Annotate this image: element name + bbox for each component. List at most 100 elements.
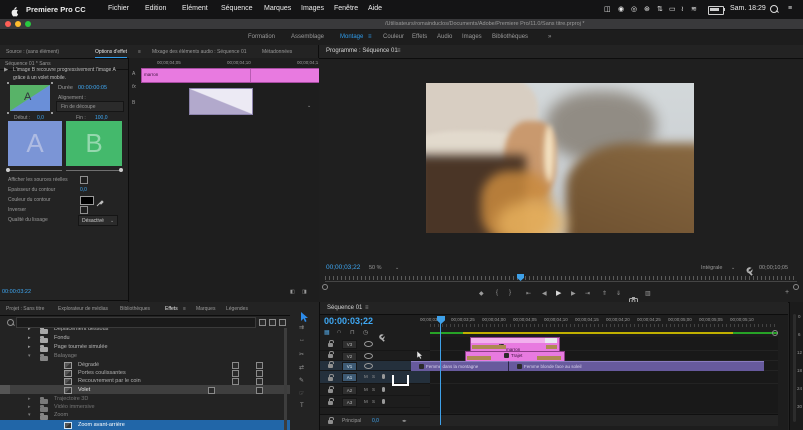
- workspace-tab-montage[interactable]: Montage: [340, 34, 363, 40]
- effects-item-row[interactable]: Recouvrement par le coin: [0, 377, 290, 385]
- workspace-tab-audio[interactable]: Audio: [437, 34, 452, 40]
- program-video-frame[interactable]: [426, 83, 694, 233]
- mute-button[interactable]: M: [364, 374, 368, 379]
- effects-folder-row[interactable]: ▸ Page tournée simulée: [0, 343, 290, 352]
- track-chip-v3[interactable]: V3: [342, 340, 357, 349]
- workspace-tab-couleur[interactable]: Couleur: [383, 34, 404, 40]
- opt-invert-checkbox[interactable]: [80, 206, 88, 214]
- yuv-badge[interactable]: [279, 319, 286, 326]
- effects-item-row-active[interactable]: Zoom avant-arrière: [0, 420, 290, 430]
- status-bluetooth-icon[interactable]: ≀: [681, 5, 684, 13]
- workspace-tab-assemblage[interactable]: Assemblage: [291, 34, 324, 40]
- effect-mini-timeline[interactable]: 00;00;04;05 00;00;04;10 00;00;04;1 marro…: [128, 58, 321, 328]
- lock-icon[interactable]: [328, 417, 334, 424]
- program-scroll-right-knob[interactable]: [793, 284, 799, 290]
- folder-arrow-icon[interactable]: ▸: [28, 396, 31, 402]
- opt-smoothing-dropdown[interactable]: Désactivé ⌄: [78, 215, 118, 226]
- menubar-app-name[interactable]: Premiere Pro CC: [26, 5, 86, 14]
- extract-button[interactable]: ⇓: [616, 290, 621, 297]
- track-visibility-eye-icon[interactable]: [364, 353, 373, 359]
- step-back-button[interactable]: ◀: [542, 290, 547, 297]
- track-chip-v1[interactable]: V1: [342, 362, 357, 371]
- track-header-v2[interactable]: V2: [320, 351, 430, 361]
- folder-arrow-icon[interactable]: ▸: [28, 404, 31, 410]
- tab-effets-menu-icon[interactable]: ≡: [183, 306, 186, 312]
- menu-images[interactable]: Images: [301, 5, 324, 12]
- tab-program[interactable]: Programme : Séquence 01: [326, 48, 398, 54]
- program-fit-value[interactable]: Intégrale: [701, 265, 722, 271]
- lock-icon[interactable]: [328, 351, 334, 358]
- transition-wedge[interactable]: [189, 88, 253, 115]
- program-timecode[interactable]: 00;00;03;22: [326, 264, 360, 271]
- step-forward-button[interactable]: ▶: [571, 290, 576, 297]
- timeline-sequence-icon[interactable]: ▦: [324, 329, 330, 336]
- tab-bibliotheques-panel[interactable]: Bibliothèques: [120, 306, 150, 312]
- timeline-playhead-line[interactable]: [440, 320, 441, 425]
- minimize-window-button[interactable]: [15, 21, 21, 27]
- menu-aide[interactable]: Aide: [368, 5, 382, 12]
- track-chip-a1[interactable]: A1: [342, 373, 357, 382]
- master-keyframe-icon[interactable]: ◂▸: [402, 418, 407, 424]
- workspace-tab-images[interactable]: Images: [462, 34, 482, 40]
- track-chip-a3[interactable]: A3: [342, 398, 357, 407]
- effects-folder-row[interactable]: ▸ Trajectoire 3D: [0, 395, 290, 404]
- tab-metadonnees[interactable]: Métadonnées: [262, 49, 292, 55]
- effects-item-row[interactable]: Portes coulissantes: [0, 369, 290, 377]
- voiceover-mic-icon[interactable]: [382, 374, 385, 379]
- timeline-ruler-ticks[interactable]: [430, 324, 778, 327]
- status-display-icon[interactable]: ◫: [604, 5, 611, 13]
- workspace-montage-menu-icon[interactable]: ≡: [368, 34, 372, 40]
- zoom-window-button[interactable]: [25, 21, 31, 27]
- end-slider-track[interactable]: [66, 170, 122, 171]
- mute-button[interactable]: M: [364, 387, 368, 392]
- battery-icon[interactable]: [708, 6, 725, 15]
- timeline-timecode[interactable]: 00:00:03;22: [324, 316, 373, 326]
- track-visibility-eye-icon[interactable]: [364, 341, 373, 347]
- opt-show-sources-checkbox[interactable]: [80, 176, 88, 184]
- status-updown-icon[interactable]: ⇅: [657, 5, 663, 13]
- solo-button[interactable]: S: [372, 399, 375, 404]
- clip-v3-marron[interactable]: fxmarron: [470, 337, 560, 352]
- workspace-overflow-chevron[interactable]: »: [548, 34, 551, 40]
- menu-marques[interactable]: Marques: [264, 5, 291, 12]
- lock-icon[interactable]: [328, 398, 334, 405]
- accelerated-effects-badge[interactable]: [259, 319, 266, 326]
- solo-button[interactable]: S: [372, 374, 375, 379]
- program-zoom-level[interactable]: 50 %: [369, 265, 382, 271]
- solo-button[interactable]: S: [372, 387, 375, 392]
- folder-arrow-icon[interactable]: ▸: [28, 328, 31, 332]
- mini-collapse-chevron[interactable]: ⌄: [307, 103, 311, 109]
- lock-icon[interactable]: [328, 361, 334, 368]
- tab-projet[interactable]: Projet : Sans titre: [6, 306, 44, 312]
- close-window-button[interactable]: [5, 21, 11, 27]
- track-header-v3[interactable]: V3: [320, 337, 430, 351]
- effects-search-input[interactable]: [16, 317, 256, 328]
- tab-options-effet-menu-icon[interactable]: ≡: [138, 49, 141, 55]
- start-slider-track[interactable]: [8, 170, 62, 171]
- folder-arrow-icon[interactable]: ▸: [28, 335, 31, 341]
- voiceover-mic-icon[interactable]: [382, 387, 385, 392]
- window-titlebar[interactable]: /Utilisateurs/romainduclos/Documents/Ado…: [0, 19, 803, 30]
- mark-in-button[interactable]: {: [496, 290, 498, 296]
- tab-mixage-audio[interactable]: Mixage des éléments audio : Séquence 01: [152, 49, 247, 55]
- master-track-row[interactable]: Principal 0,0 ◂▸: [320, 414, 778, 426]
- program-panel-menu-icon[interactable]: ≡: [397, 48, 401, 54]
- ecp-zoom-in-icon[interactable]: ◨: [302, 289, 307, 295]
- master-volume-value[interactable]: 0,0: [372, 418, 379, 424]
- duration-value[interactable]: 00:00:00:05: [78, 85, 107, 91]
- tab-effets-panel[interactable]: Effets: [165, 306, 178, 312]
- menu-edition[interactable]: Edition: [145, 5, 166, 12]
- tab-explorateur[interactable]: Explorateur de médias: [58, 306, 108, 312]
- program-fit-chevron-icon[interactable]: ⌄: [731, 265, 735, 271]
- effects-scrollbar[interactable]: [284, 328, 287, 430]
- track-chip-a2[interactable]: A2: [342, 386, 357, 395]
- snap-magnet-icon[interactable]: ∩: [337, 329, 341, 335]
- clip-v1-segment-2[interactable]: Femme blonde face au soleil: [508, 361, 764, 371]
- menu-fenetre[interactable]: Fenêtre: [334, 5, 358, 12]
- effects-folder-row[interactable]: ▾ Balayage: [0, 352, 290, 361]
- track-chip-v2[interactable]: V2: [342, 352, 357, 361]
- hand-tool[interactable]: ☞: [299, 390, 304, 397]
- track-header-a3[interactable]: A3 M S: [320, 396, 430, 408]
- razor-tool[interactable]: ✂: [299, 351, 304, 358]
- transition-thumbnail[interactable]: A: [7, 82, 53, 114]
